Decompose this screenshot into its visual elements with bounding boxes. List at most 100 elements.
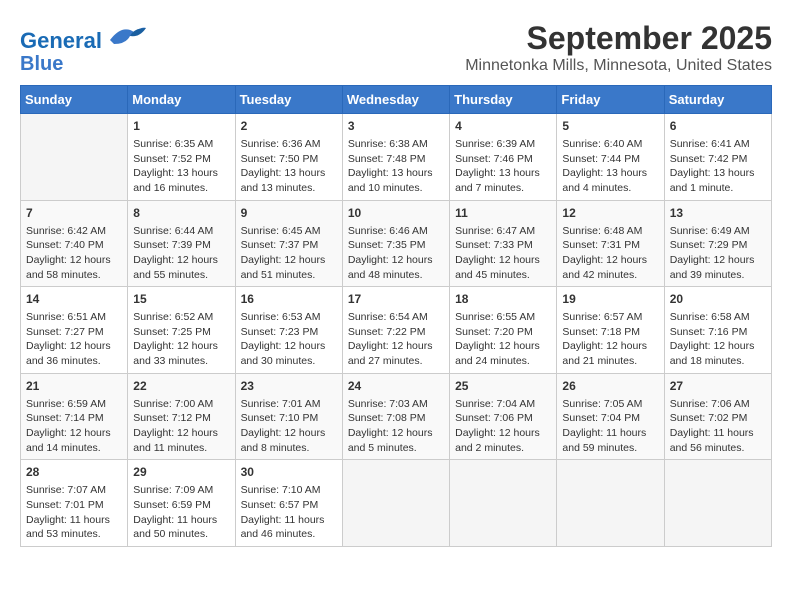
calendar-cell: 17Sunrise: 6:54 AMSunset: 7:22 PMDayligh… (342, 287, 449, 374)
day-number: 17 (348, 291, 444, 308)
calendar-cell: 13 Sunrise: 6:49 AMSunset: 7:29 PMDayligh… (664, 200, 771, 287)
sunset-text: Sunset: 7:27 PM (26, 325, 122, 340)
sunset-text: Sunset: 7:37 PM (241, 238, 337, 253)
sunset-text: Sunset: 7:01 PM (26, 498, 122, 513)
calendar-cell: 3 Sunrise: 6:38 AMSunset: 7:48 PMDaylight… (342, 114, 449, 201)
calendar-week-1: 1Sunrise: 6:35 AMSunset: 7:52 PMDaylight… (21, 114, 772, 201)
sunrise-text: Sunrise: 6:54 AM (348, 310, 444, 325)
cell-content: Sunrise: 6:45 AMSunset: 7:37 PMDaylight:… (241, 224, 337, 283)
day-number: 25 (455, 378, 551, 395)
daylight-text: Daylight: 13 hours and 16 minutes. (133, 166, 229, 195)
sunrise-text: Sunrise: 6:49 AM (670, 224, 766, 239)
daylight-text: Daylight: 12 hours and 33 minutes. (133, 339, 229, 368)
day-number: 30 (241, 464, 337, 481)
day-number: 13 (670, 205, 766, 222)
sunset-text: Sunset: 7:18 PM (562, 325, 658, 340)
calendar-cell (342, 460, 449, 547)
calendar-cell: 21 Sunrise: 6:59 AMSunset: 7:14 PMDayligh… (21, 373, 128, 460)
calendar-cell: 9Sunrise: 6:45 AMSunset: 7:37 PMDaylight… (235, 200, 342, 287)
cell-content: Sunrise: 6:42 AMSunset: 7:40 PMDaylight:… (26, 224, 122, 283)
cell-content: Sunrise: 6:55 AMSunset: 7:20 PMDaylight:… (455, 310, 551, 369)
daylight-text: Daylight: 12 hours and 2 minutes. (455, 426, 551, 455)
cell-content: Sunrise: 7:03 AMSunset: 7:08 PMDaylight:… (348, 397, 444, 456)
calendar-cell: 11Sunrise: 6:47 AMSunset: 7:33 PMDayligh… (450, 200, 557, 287)
cell-content: Sunrise: 7:06 AMSunset: 7:02 PMDaylight:… (670, 397, 766, 456)
sunrise-text: Sunrise: 7:00 AM (133, 397, 229, 412)
calendar-cell: 16Sunrise: 6:53 AMSunset: 7:23 PMDayligh… (235, 287, 342, 374)
calendar-cell: 28Sunrise: 7:07 AMSunset: 7:01 PMDayligh… (21, 460, 128, 547)
logo-blue-text: Blue (20, 53, 63, 75)
sunset-text: Sunset: 7:23 PM (241, 325, 337, 340)
day-number: 20 (670, 291, 766, 308)
sunset-text: Sunset: 7:42 PM (670, 152, 766, 167)
day-number: 21 (26, 378, 122, 395)
sunset-text: Sunset: 7:52 PM (133, 152, 229, 167)
sunset-text: Sunset: 7:04 PM (562, 411, 658, 426)
sunrise-text: Sunrise: 6:38 AM (348, 137, 444, 152)
sunrise-text: Sunrise: 6:47 AM (455, 224, 551, 239)
day-number: 2 (241, 118, 337, 135)
cell-content: Sunrise: 6:59 AMSunset: 7:14 PMDaylight:… (26, 397, 122, 456)
sunrise-text: Sunrise: 7:09 AM (133, 483, 229, 498)
sunrise-text: Sunrise: 6:42 AM (26, 224, 122, 239)
weekday-header-thursday: Thursday (450, 86, 557, 114)
cell-content: Sunrise: 6:41 AMSunset: 7:42 PMDaylight:… (670, 137, 766, 196)
cell-content: Sunrise: 6:40 AMSunset: 7:44 PMDaylight:… (562, 137, 658, 196)
day-number: 11 (455, 205, 551, 222)
sunset-text: Sunset: 7:08 PM (348, 411, 444, 426)
cell-content: Sunrise: 7:00 AMSunset: 7:12 PMDaylight:… (133, 397, 229, 456)
day-number: 6 (670, 118, 766, 135)
calendar-header-row: SundayMondayTuesdayWednesdayThursdayFrid… (21, 86, 772, 114)
calendar-cell: 22Sunrise: 7:00 AMSunset: 7:12 PMDayligh… (128, 373, 235, 460)
daylight-text: Daylight: 12 hours and 36 minutes. (26, 339, 122, 368)
calendar-cell (21, 114, 128, 201)
sunrise-text: Sunrise: 7:05 AM (562, 397, 658, 412)
page-header: General Blue September 2025 Minnetonka M… (20, 20, 772, 75)
daylight-text: Daylight: 12 hours and 39 minutes. (670, 253, 766, 282)
day-number: 29 (133, 464, 229, 481)
daylight-text: Daylight: 12 hours and 24 minutes. (455, 339, 551, 368)
sunset-text: Sunset: 7:29 PM (670, 238, 766, 253)
calendar-cell: 23Sunrise: 7:01 AMSunset: 7:10 PMDayligh… (235, 373, 342, 460)
cell-content: Sunrise: 6:52 AMSunset: 7:25 PMDaylight:… (133, 310, 229, 369)
day-number: 7 (26, 205, 122, 222)
sunset-text: Sunset: 7:48 PM (348, 152, 444, 167)
sunrise-text: Sunrise: 6:35 AM (133, 137, 229, 152)
sunset-text: Sunset: 7:16 PM (670, 325, 766, 340)
cell-content: Sunrise: 7:09 AMSunset: 6:59 PMDaylight:… (133, 483, 229, 542)
sunset-text: Sunset: 6:57 PM (241, 498, 337, 513)
calendar-cell: 6 Sunrise: 6:41 AMSunset: 7:42 PMDaylight… (664, 114, 771, 201)
sunset-text: Sunset: 7:02 PM (670, 411, 766, 426)
day-number: 14 (26, 291, 122, 308)
daylight-text: Daylight: 13 hours and 13 minutes. (241, 166, 337, 195)
sunset-text: Sunset: 7:39 PM (133, 238, 229, 253)
sunset-text: Sunset: 7:50 PM (241, 152, 337, 167)
daylight-text: Daylight: 12 hours and 51 minutes. (241, 253, 337, 282)
daylight-text: Daylight: 12 hours and 14 minutes. (26, 426, 122, 455)
day-number: 28 (26, 464, 122, 481)
cell-content: Sunrise: 6:35 AMSunset: 7:52 PMDaylight:… (133, 137, 229, 196)
cell-content: Sunrise: 6:38 AMSunset: 7:48 PMDaylight:… (348, 137, 444, 196)
day-number: 8 (133, 205, 229, 222)
calendar-cell: 7 Sunrise: 6:42 AMSunset: 7:40 PMDaylight… (21, 200, 128, 287)
daylight-text: Daylight: 12 hours and 55 minutes. (133, 253, 229, 282)
daylight-text: Daylight: 11 hours and 59 minutes. (562, 426, 658, 455)
day-number: 3 (348, 118, 444, 135)
daylight-text: Daylight: 11 hours and 46 minutes. (241, 513, 337, 542)
calendar-cell: 25Sunrise: 7:04 AMSunset: 7:06 PMDayligh… (450, 373, 557, 460)
calendar-week-3: 14Sunrise: 6:51 AMSunset: 7:27 PMDayligh… (21, 287, 772, 374)
daylight-text: Daylight: 12 hours and 42 minutes. (562, 253, 658, 282)
daylight-text: Daylight: 13 hours and 4 minutes. (562, 166, 658, 195)
sunset-text: Sunset: 7:25 PM (133, 325, 229, 340)
calendar-cell: 10Sunrise: 6:46 AMSunset: 7:35 PMDayligh… (342, 200, 449, 287)
calendar-cell: 8Sunrise: 6:44 AMSunset: 7:39 PMDaylight… (128, 200, 235, 287)
day-number: 19 (562, 291, 658, 308)
cell-content: Sunrise: 6:46 AMSunset: 7:35 PMDaylight:… (348, 224, 444, 283)
day-number: 5 (562, 118, 658, 135)
cell-content: Sunrise: 7:05 AMSunset: 7:04 PMDaylight:… (562, 397, 658, 456)
daylight-text: Daylight: 12 hours and 30 minutes. (241, 339, 337, 368)
sunrise-text: Sunrise: 7:01 AM (241, 397, 337, 412)
weekday-header-friday: Friday (557, 86, 664, 114)
calendar-cell: 5 Sunrise: 6:40 AMSunset: 7:44 PMDaylight… (557, 114, 664, 201)
sunrise-text: Sunrise: 6:40 AM (562, 137, 658, 152)
